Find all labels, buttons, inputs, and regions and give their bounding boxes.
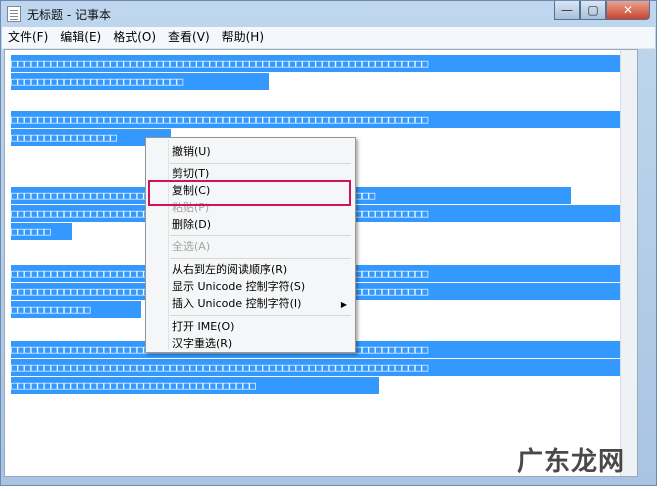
menu-select-all[interactable]: 全选(A) (172, 239, 210, 255)
menu-separator (170, 235, 351, 236)
selected-text-line[interactable]: □□□□□□□□□□□□□□□□□□□□□□□□□□□□□□□□□□□□□□□□… (11, 111, 628, 128)
menu-format[interactable]: 格式(O) (107, 27, 162, 48)
notepad-window: 无标题 - 记事本 — ▢ ✕ 文件(F) 编辑(E) 格式(O) 查看(V) … (0, 0, 657, 486)
menu-gutter (168, 140, 169, 350)
context-menu: 撤销(U) 剪切(T) 复制(C) 粘贴(P) 删除(D) 全选(A) 从右到左… (145, 137, 356, 353)
menu-edit[interactable]: 编辑(E) (54, 27, 107, 48)
menu-reconversion[interactable]: 汉字重选(R) (172, 336, 232, 352)
menu-separator (170, 258, 351, 259)
selected-text-line[interactable]: □□□□□□□□□□□□□□□□□□□□□□□□□□ (11, 73, 269, 90)
notepad-icon (7, 6, 21, 22)
selected-text-line[interactable]: □□□□□□ (11, 223, 72, 240)
menu-file[interactable]: 文件(F) (2, 27, 54, 48)
menu-help[interactable]: 帮助(H) (216, 27, 270, 48)
vertical-scrollbar[interactable] (620, 50, 637, 476)
copy-highlight-box (148, 180, 351, 206)
close-button[interactable]: ✕ (606, 1, 650, 20)
menu-insert-unicode-control[interactable]: 插入 Unicode 控制字符(I) (172, 296, 301, 312)
selected-text-line[interactable]: □□□□□□□□□□□□□□□□□□□□□□□□□□□□□□□□□□□□□ (11, 377, 379, 394)
menu-view[interactable]: 查看(V) (162, 27, 216, 48)
selected-text-line[interactable]: □□□□□□□□□□□□ (11, 301, 141, 318)
menu-show-unicode-control[interactable]: 显示 Unicode 控制字符(S) (172, 279, 305, 295)
title-bar[interactable]: 无标题 - 记事本 — ▢ ✕ (1, 1, 656, 27)
selected-text-line[interactable]: □□□□□□□□□□□□□□□□□□□□□□□□□□□□□□□□□□□□□□□□… (11, 359, 628, 376)
window-controls: — ▢ ✕ (554, 1, 650, 21)
menu-delete[interactable]: 删除(D) (172, 217, 211, 233)
window-title: 无标题 - 记事本 (27, 8, 111, 22)
menu-open-ime[interactable]: 打开 IME(O) (172, 319, 234, 335)
minimize-button[interactable]: — (554, 1, 580, 20)
watermark: 广东龙网 (517, 447, 626, 477)
menu-separator (170, 163, 351, 164)
submenu-arrow-icon: ▶ (340, 300, 347, 309)
menu-bar: 文件(F) 编辑(E) 格式(O) 查看(V) 帮助(H) (2, 27, 655, 49)
maximize-button[interactable]: ▢ (580, 1, 606, 20)
menu-separator (170, 315, 351, 316)
menu-rtl-reading-order[interactable]: 从右到左的阅读顺序(R) (172, 262, 287, 278)
menu-undo[interactable]: 撤销(U) (172, 144, 211, 160)
selected-text-line[interactable]: □□□□□□□□□□□□□□□□□□□□□□□□□□□□□□□□□□□□□□□□… (11, 55, 628, 72)
